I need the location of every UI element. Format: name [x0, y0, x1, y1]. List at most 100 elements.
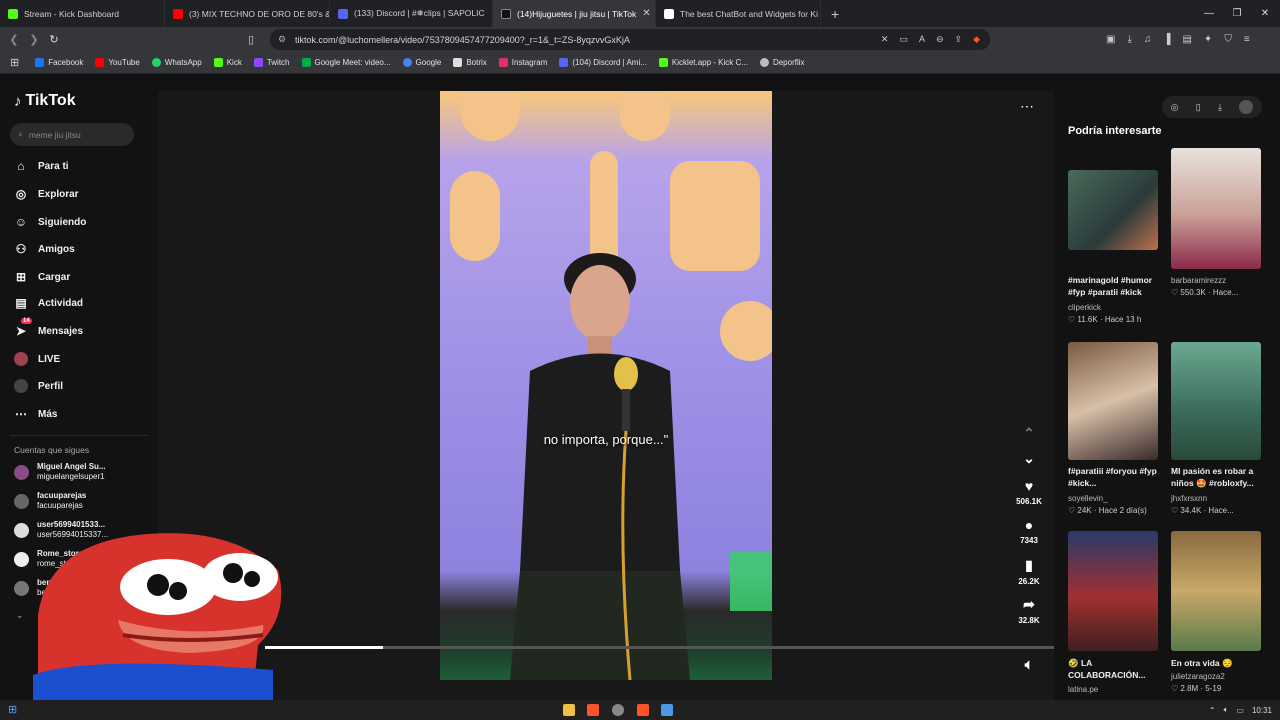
- windows-start-icon[interactable]: ⊞: [8, 703, 17, 716]
- bookmark-deporflix[interactable]: Deporflix: [754, 58, 811, 67]
- bookmark-google-meet[interactable]: Google Meet: video...: [296, 58, 397, 67]
- restore-icon[interactable]: ❐: [1223, 8, 1251, 19]
- tab-youtube-mix[interactable]: (3) MIX TECHNO DE ORO DE 80's &: [165, 0, 330, 27]
- nav-mensajes[interactable]: ➤ 14 Mensajes: [14, 318, 83, 338]
- minimize-icon[interactable]: —: [1195, 8, 1223, 19]
- show-more-chevron-icon[interactable]: ⌄: [16, 610, 24, 621]
- bookmark-youtube[interactable]: YouTube: [89, 58, 145, 67]
- facebook-icon: [35, 58, 45, 67]
- brave-browser-icon[interactable]: [587, 704, 599, 716]
- translate-icon[interactable]: A: [919, 34, 925, 45]
- search-input[interactable]: ⌕ meme jiu jitsu: [10, 123, 134, 146]
- share-icon[interactable]: ⇪: [955, 34, 963, 45]
- deporflix-icon: [759, 58, 769, 67]
- scroll-up-icon[interactable]: ⌃: [1016, 425, 1042, 445]
- no-sound-icon[interactable]: ✕: [881, 34, 889, 45]
- file-explorer-icon[interactable]: [563, 704, 575, 716]
- phone-icon[interactable]: ▯: [1196, 102, 1201, 113]
- nav-live[interactable]: LIVE: [14, 352, 60, 366]
- bookmark-facebook[interactable]: Facebook: [29, 58, 89, 67]
- pepe-frog-overlay-sticker: [33, 533, 282, 705]
- bookmark-whatsapp[interactable]: WhatsApp: [146, 58, 208, 67]
- apps-grid-icon[interactable]: ⊞: [0, 56, 29, 69]
- bookmark-google[interactable]: Google: [397, 58, 448, 67]
- bookmark-discord[interactable]: (104) Discord | Ami...: [553, 58, 653, 67]
- zoom-icon[interactable]: ⊖: [936, 34, 944, 45]
- cast-icon[interactable]: ▭: [899, 34, 908, 45]
- clock[interactable]: 10:31: [1252, 706, 1272, 715]
- brave-browser-icon[interactable]: [637, 704, 649, 716]
- nav-mas[interactable]: ⋯ Más: [14, 407, 57, 421]
- close-window-icon[interactable]: ✕: [1251, 8, 1279, 19]
- download-icon[interactable]: ⤓: [1127, 34, 1131, 45]
- bookmark-botrix[interactable]: Botrix: [447, 58, 492, 67]
- url-text: tiktok.com/@luchomellera/video/753780945…: [295, 34, 630, 45]
- more-options-icon[interactable]: ⋯: [1020, 98, 1034, 115]
- back-icon[interactable]: ❮: [4, 33, 24, 46]
- user-avatar[interactable]: [1239, 100, 1254, 114]
- menu-icon[interactable]: ≡: [1244, 34, 1250, 45]
- bookmark-instagram[interactable]: Instagram: [493, 58, 554, 67]
- video-thumbnail: [1171, 342, 1261, 460]
- site-info-icon[interactable]: ⚙: [278, 34, 286, 45]
- reload-icon[interactable]: ↻: [44, 33, 64, 46]
- compass-icon[interactable]: ◎: [1171, 102, 1179, 113]
- video-player[interactable]: [440, 91, 772, 680]
- vpn-shield-icon[interactable]: ⛉: [1224, 34, 1232, 45]
- twitch-icon: [253, 58, 263, 67]
- speaker-icon: 🔈︎: [1024, 656, 1034, 672]
- brave-shield-icon[interactable]: ◆: [973, 34, 980, 45]
- video-progress-bar[interactable]: [265, 646, 1054, 649]
- video-thumbnail: [1171, 148, 1261, 269]
- video-thumbnail: [1068, 170, 1158, 250]
- tray-chevron-icon[interactable]: ⌃: [1209, 706, 1216, 715]
- followed-account[interactable]: Miguel Angel Su... miguelangelsuper1: [14, 462, 106, 482]
- screenshot-icon[interactable]: ▣: [1106, 34, 1115, 45]
- tab-discord[interactable]: (133) Discord | #❅clips | SAPOLIC: [330, 0, 493, 27]
- download-icon[interactable]: ⤓: [1218, 102, 1222, 113]
- nav-siguiendo[interactable]: ☺ Siguiendo: [14, 215, 86, 229]
- tiktok-note-icon: ♪: [14, 92, 22, 110]
- nav-amigos[interactable]: ⚇ Amigos: [14, 242, 75, 256]
- close-tab-icon[interactable]: ✕: [642, 8, 650, 19]
- new-tab-button[interactable]: +: [821, 6, 849, 22]
- bookmark-page-icon[interactable]: ▯: [248, 33, 254, 46]
- comment-button[interactable]: ● 7343: [1016, 517, 1042, 545]
- tab-chatbot[interactable]: The best ChatBot and Widgets for Ki: [656, 0, 821, 27]
- wallet-icon[interactable]: ▤: [1182, 34, 1191, 45]
- tiktok-logo[interactable]: ♪ TikTok: [14, 92, 76, 110]
- speaker-tray-icon[interactable]: 🔈︎: [1224, 705, 1229, 715]
- bookmark-kick[interactable]: Kick: [208, 58, 248, 67]
- app-icon[interactable]: [612, 704, 624, 716]
- tab-tiktok-active[interactable]: (14)Hijuguetes | jiu jitsu | TikTok ✕: [493, 0, 656, 27]
- avatar: [14, 551, 29, 567]
- video-thumbnail: [1068, 531, 1158, 651]
- share-button[interactable]: ➦ 32.8K: [1016, 596, 1042, 625]
- url-bar[interactable]: ⚙ tiktok.com/@luchomellera/video/7537809…: [270, 29, 990, 50]
- tab-kick-dashboard[interactable]: Stream - Kick Dashboard: [0, 0, 165, 27]
- tab-title: (133) Discord | #❅clips | SAPOLIC: [354, 8, 485, 18]
- network-icon[interactable]: ▭: [1236, 706, 1244, 715]
- botrix-icon: [453, 58, 463, 67]
- scroll-down-icon[interactable]: ⌄: [1016, 450, 1042, 470]
- bookmark-kicklet[interactable]: Kicklet.app - Kick C...: [653, 58, 754, 67]
- green-stage-light: [730, 551, 772, 611]
- leo-ai-icon[interactable]: ✦: [1204, 34, 1212, 45]
- save-button[interactable]: ▮ 26.2K: [1016, 557, 1042, 586]
- nav-actividad[interactable]: ▤ Actividad: [14, 296, 83, 310]
- nav-perfil[interactable]: Perfil: [14, 379, 63, 393]
- nav-explorar[interactable]: ◎ Explorar: [14, 187, 79, 201]
- sidebar-toggle-icon[interactable]: ▐: [1163, 34, 1170, 45]
- followed-account[interactable]: facuuparejas facuuparejas: [14, 491, 86, 511]
- bookmark-twitch[interactable]: Twitch: [248, 58, 296, 67]
- forward-icon[interactable]: ❯: [24, 33, 44, 46]
- volume-button[interactable]: 🔈︎: [1016, 656, 1042, 676]
- like-button[interactable]: ♥ 506.1K: [1016, 478, 1042, 506]
- nav-cargar[interactable]: ⊞ Cargar: [14, 270, 70, 284]
- tab-title: Stream - Kick Dashboard: [24, 8, 119, 19]
- instagram-icon: [498, 58, 508, 67]
- music-icon[interactable]: ♫: [1144, 34, 1152, 45]
- nav-para-ti[interactable]: ⌂ Para ti: [14, 159, 68, 173]
- steam-icon[interactable]: [661, 704, 673, 716]
- browser-tab-bar: Stream - Kick Dashboard (3) MIX TECHNO D…: [0, 0, 1280, 27]
